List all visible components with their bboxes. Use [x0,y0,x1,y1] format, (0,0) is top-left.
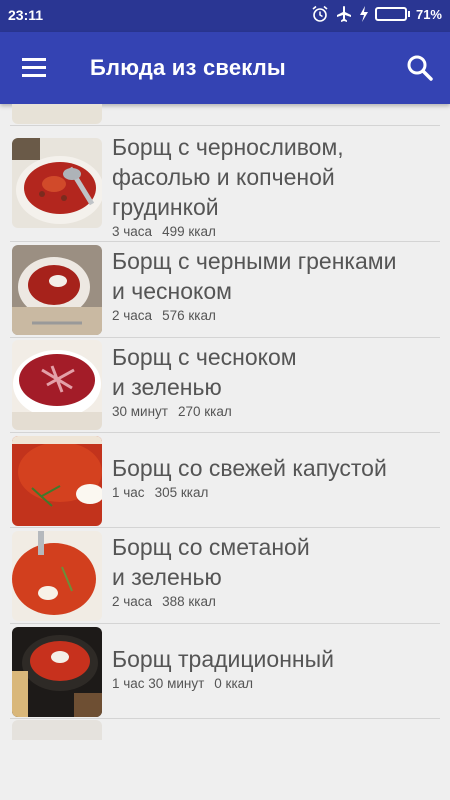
recipe-meta: 2 часа 576 ккал [112,308,440,323]
recipe-kcal: 576 ккал [162,308,216,323]
recipe-meta: 3 часа 499 ккал [112,224,440,239]
recipe-title: Борщ с черносливом, фасолью и копченой гру… [112,134,344,220]
hamburger-menu-icon[interactable] [16,54,52,82]
alarm-icon [311,5,329,23]
app-bar: Блюда из свеклы [0,32,450,104]
recipe-title: Борщ со сметаной и зеленью [112,534,310,590]
recipe-thumbnail [12,531,102,621]
recipe-kcal: 270 ккал [177,404,232,419]
recipe-time: 3 часа [112,224,153,239]
battery-icon [374,7,410,21]
list-item[interactable]: Борщ традиционный 1 час 30 минут 0 ккал [10,624,440,719]
recipe-time: 1 час 30 минут [112,676,205,691]
list-item[interactable]: Борщ со свежей капустой 1 час 305 ккал [10,433,440,528]
recipe-meta: 30 минут 270 ккал [112,404,440,419]
list-item[interactable]: Борщ с черносливом, фасолью и копченой гру… [10,126,440,242]
recipe-list[interactable]: Борщ с черносливом, фасолью и копченой гру… [0,104,450,800]
recipe-thumbnail [12,720,102,740]
recipe-meta: 2 часа 388 ккал [112,594,440,609]
recipe-thumbnail [12,245,102,335]
status-icons: 71% [311,5,442,23]
list-item[interactable]: Борщ со сметаной и зеленью 2 часа 388 ккал [10,528,440,624]
recipe-kcal: 388 ккал [162,594,216,609]
status-time: 23:11 [8,7,44,23]
list-item[interactable]: Борщ с черными гренками и чесноком 2 часа… [10,242,440,338]
recipe-time: 2 часа [112,308,153,323]
recipe-thumbnail [12,436,102,526]
recipe-title: Борщ традиционный [112,646,334,672]
recipe-meta: 1 час 30 минут 0 ккал [112,676,440,691]
charging-icon [359,6,369,22]
recipe-time: 30 минут [112,404,168,419]
recipe-thumbnail [12,138,102,228]
battery-percent: 71% [415,6,442,22]
search-icon[interactable] [404,52,436,84]
recipe-title: Борщ с чесноком и зеленью [112,344,297,400]
list-item-partial[interactable] [10,104,440,126]
status-bar: 23:11 71% [0,0,450,32]
recipe-thumbnail [12,104,102,124]
recipe-time: 1 час [112,485,145,500]
page-title: Блюда из свеклы [90,55,286,80]
recipe-kcal: 0 ккал [214,676,254,691]
recipe-kcal: 305 ккал [154,485,209,500]
recipe-time: 2 часа [112,594,153,609]
recipe-thumbnail [12,627,102,717]
recipe-kcal: 499 ккал [162,224,216,239]
recipe-title: Борщ со свежей капустой [112,455,387,481]
airplane-icon [335,5,353,23]
recipe-meta: 1 час 305 ккал [112,485,440,500]
recipe-thumbnail [12,340,102,430]
recipe-title: Борщ с черными гренками и чесноком [112,248,397,304]
list-item[interactable]: Борщ с чесноком и зеленью 30 минут 270 кка… [10,338,440,433]
